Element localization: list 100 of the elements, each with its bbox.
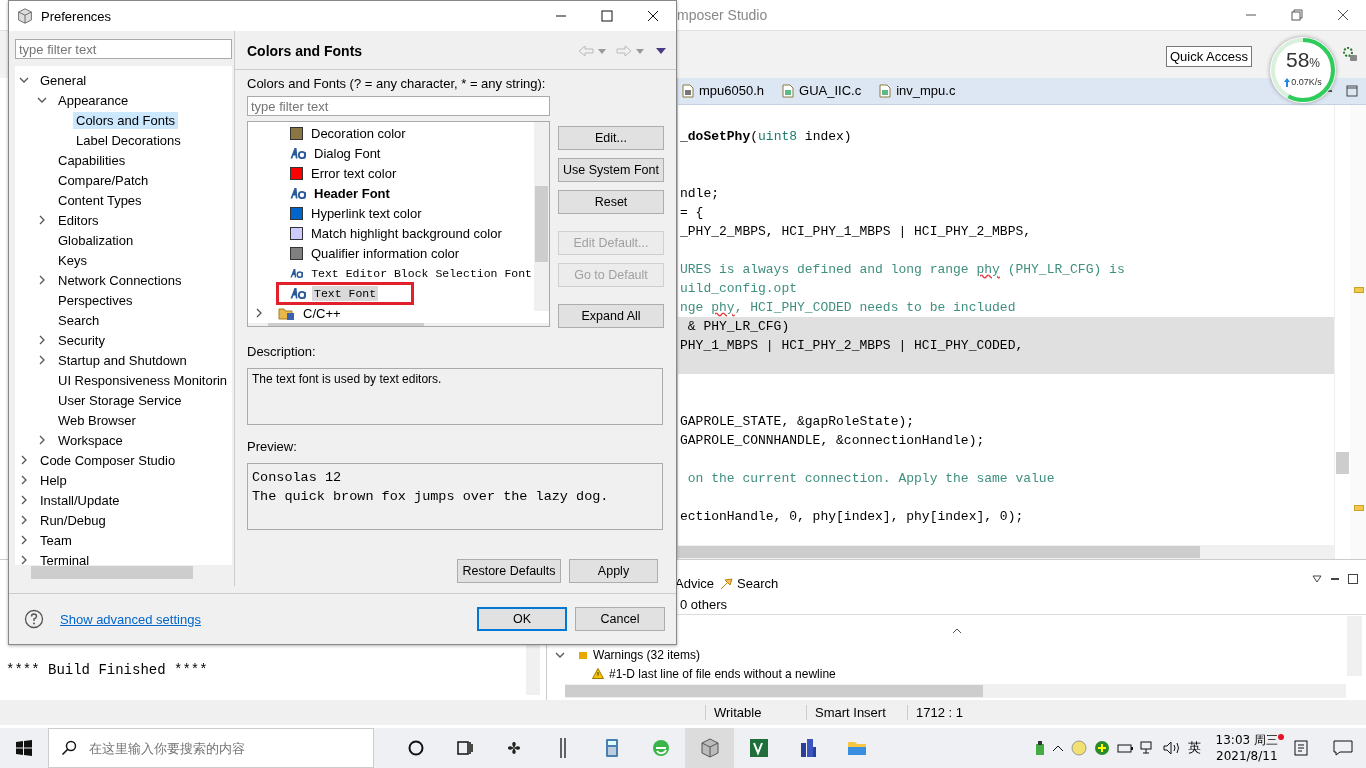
list-item[interactable]: C/C++ bbox=[301, 304, 343, 322]
list-item[interactable]: Hyperlink text color bbox=[309, 204, 424, 222]
list-item[interactable]: Error text color bbox=[309, 164, 399, 182]
action-button[interactable]: Reset bbox=[558, 190, 664, 214]
editor-tab[interactable]: GUA_IIC.c bbox=[778, 78, 876, 103]
plus-icon[interactable] bbox=[1093, 740, 1110, 756]
collapse-chevron-icon[interactable] bbox=[37, 435, 47, 445]
collapse-chevron-icon[interactable] bbox=[19, 455, 29, 465]
editor-tab[interactable]: mpu6050.h bbox=[678, 78, 779, 103]
usb-icon[interactable] bbox=[1034, 740, 1045, 756]
notes-icon[interactable] bbox=[1293, 740, 1309, 756]
scrollbar-thumb[interactable] bbox=[1336, 451, 1349, 474]
scrollbar[interactable] bbox=[1347, 616, 1362, 677]
view-menu-icon[interactable] bbox=[1312, 574, 1322, 585]
tree-item[interactable]: Keys bbox=[55, 251, 90, 269]
tree-item[interactable]: UI Responsiveness Monitorin bbox=[55, 371, 231, 389]
taskview-icon bbox=[454, 738, 475, 758]
view-menu-icon[interactable] bbox=[656, 48, 666, 54]
editor-tab[interactable]: inv_mpu.c bbox=[875, 78, 970, 103]
action-button[interactable]: Use System Font bbox=[558, 158, 664, 182]
scrollbar-thumb[interactable] bbox=[31, 566, 193, 579]
clock-date[interactable]: 2021/8/11 bbox=[1216, 748, 1278, 764]
scrollbar[interactable] bbox=[526, 645, 540, 696]
overview-marker[interactable] bbox=[1354, 286, 1364, 293]
page-button[interactable]: Apply bbox=[569, 559, 658, 583]
view-tab[interactable]: Advice bbox=[675, 575, 715, 591]
tree-item[interactable]: Network Connections bbox=[55, 271, 185, 289]
tree-item[interactable]: Colors and Fonts bbox=[73, 111, 178, 129]
page-button[interactable]: Restore Defaults bbox=[457, 559, 561, 583]
scrollbar-thumb[interactable] bbox=[678, 546, 1200, 559]
font-icon bbox=[290, 287, 306, 299]
tree-item[interactable]: Startup and Shutdown bbox=[55, 351, 190, 369]
list-item[interactable]: Dialog Font bbox=[312, 144, 383, 162]
action-button[interactable]: Expand All bbox=[558, 304, 664, 328]
collapse-chevron-icon[interactable] bbox=[37, 275, 47, 285]
problem-item[interactable]: Warnings (32 items) bbox=[593, 647, 700, 662]
tree-item[interactable]: Run/Debug bbox=[37, 511, 109, 529]
collapse-chevron-icon[interactable] bbox=[254, 308, 264, 318]
filter-field[interactable]: type filter text bbox=[15, 39, 232, 59]
quick-access-field[interactable]: Quick Access bbox=[1165, 45, 1252, 67]
collapse-chevron-icon[interactable] bbox=[37, 355, 47, 365]
scrollbar-thumb[interactable] bbox=[565, 685, 983, 698]
tree-item[interactable]: Content Types bbox=[55, 191, 145, 209]
expand-chevron-icon[interactable] bbox=[19, 75, 29, 85]
dialog-title: Preferences bbox=[41, 8, 113, 24]
tree-item[interactable]: Appearance bbox=[55, 91, 132, 109]
tree-item[interactable]: Label Decorations bbox=[73, 131, 184, 149]
tree-item[interactable]: Team bbox=[37, 531, 75, 549]
input-method-indicator[interactable]: 英 bbox=[1187, 739, 1201, 757]
list-item[interactable]: Text Font bbox=[312, 285, 379, 301]
tree-item[interactable]: Help bbox=[37, 471, 70, 489]
window-title: mposer Studio bbox=[677, 6, 769, 23]
tree-item[interactable]: Security bbox=[55, 331, 108, 349]
start-icon[interactable] bbox=[16, 740, 32, 756]
list-item[interactable]: Header Font bbox=[312, 184, 392, 202]
advanced-settings-link[interactable]: Show advanced settings bbox=[60, 611, 461, 627]
tree-item[interactable]: Terminal bbox=[37, 551, 93, 565]
help-icon[interactable] bbox=[24, 609, 44, 629]
tree-item[interactable]: Workspace bbox=[55, 431, 126, 449]
filter-field[interactable]: type filter text bbox=[247, 96, 550, 116]
view-tab[interactable]: Search bbox=[720, 575, 779, 591]
collapse-chevron-icon[interactable] bbox=[19, 515, 29, 525]
collapse-chevron-icon[interactable] bbox=[19, 495, 29, 505]
tree-item[interactable]: Globalization bbox=[55, 231, 137, 249]
tree-item[interactable]: User Storage Service bbox=[55, 391, 185, 409]
list-item[interactable]: Text Editor Block Selection Font bbox=[309, 265, 534, 281]
scrollbar-thumb[interactable] bbox=[535, 186, 548, 262]
search-box[interactable]: 在这里输入你要搜索的内容 bbox=[48, 728, 374, 768]
tree-item[interactable]: Code Composer Studio bbox=[37, 451, 179, 469]
search-input[interactable]: 在这里输入你要搜索的内容 bbox=[87, 739, 361, 757]
tree-item[interactable]: Install/Update bbox=[37, 491, 123, 509]
overview-marker[interactable] bbox=[1354, 504, 1364, 511]
tree-item[interactable]: Perspectives bbox=[55, 291, 136, 309]
battery-icon[interactable] bbox=[1116, 742, 1133, 754]
problem-item[interactable]: #1-D last line of file ends without a newline bbox=[609, 666, 836, 681]
clock-time[interactable]: 13:03 周三 bbox=[1215, 732, 1278, 748]
gear-icon[interactable] bbox=[1342, 46, 1358, 63]
dialog-button[interactable]: OK bbox=[477, 607, 567, 631]
maximize-icon[interactable] bbox=[1348, 574, 1358, 585]
tree-item[interactable]: General bbox=[37, 71, 90, 89]
list-item[interactable]: Decoration color bbox=[309, 124, 408, 142]
tree-item[interactable]: Search bbox=[55, 311, 103, 329]
chevron-up-icon[interactable] bbox=[1051, 744, 1064, 752]
collapse-chevron-icon[interactable] bbox=[19, 475, 29, 485]
tree-item[interactable]: Web Browser bbox=[55, 411, 139, 429]
tree-item[interactable]: Compare/Patch bbox=[55, 171, 152, 189]
dialog-button[interactable]: Cancel bbox=[575, 607, 665, 631]
tree-item[interactable]: Editors bbox=[55, 211, 102, 229]
expand-chevron-icon[interactable] bbox=[37, 95, 47, 105]
tree-item[interactable]: Capabilities bbox=[55, 151, 129, 169]
collapse-chevron-icon[interactable] bbox=[19, 535, 29, 545]
volume-icon[interactable] bbox=[1162, 741, 1181, 755]
maximize-icon[interactable] bbox=[1346, 84, 1358, 97]
list-item[interactable]: Match highlight background color bbox=[309, 224, 504, 242]
collapse-chevron-icon[interactable] bbox=[37, 215, 47, 225]
collapse-caret-icon[interactable] bbox=[951, 626, 962, 634]
action-button[interactable]: Edit... bbox=[558, 126, 664, 150]
collapse-chevron-icon[interactable] bbox=[19, 555, 29, 565]
list-item[interactable]: Qualifier information color bbox=[309, 244, 462, 262]
collapse-chevron-icon[interactable] bbox=[37, 335, 47, 345]
